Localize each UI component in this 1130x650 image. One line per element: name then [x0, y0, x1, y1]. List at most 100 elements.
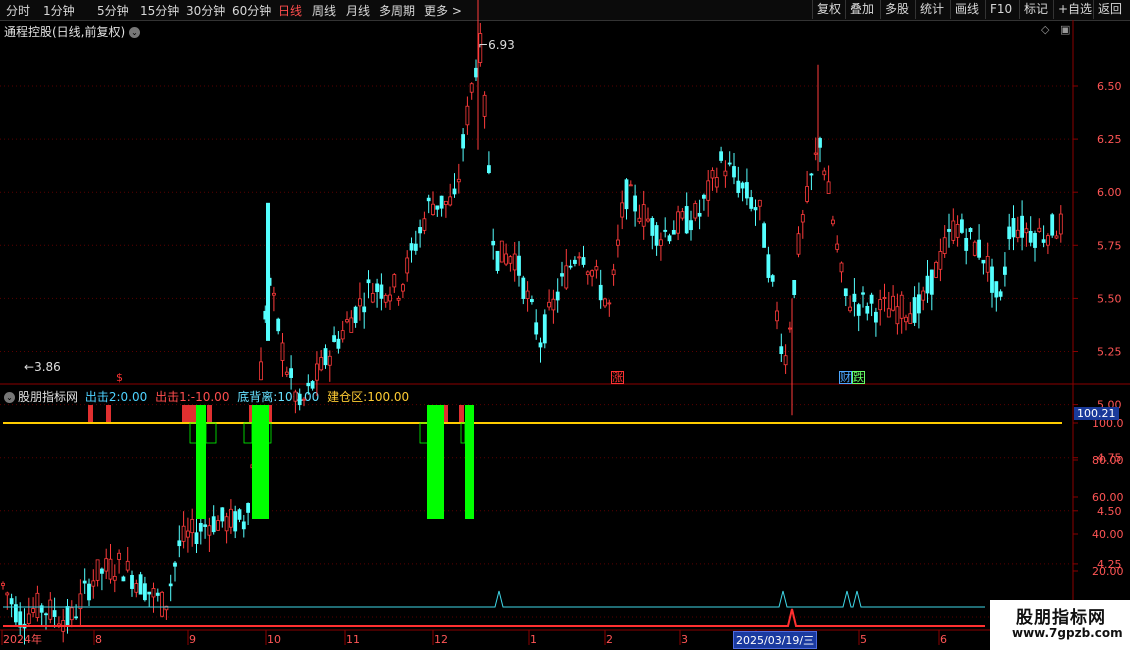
f10-button[interactable]: F10: [985, 0, 1016, 19]
tab-15min[interactable]: 15分钟: [140, 2, 179, 19]
price-tick-label: 5.75: [1097, 239, 1122, 252]
time-tick-label: 3: [681, 633, 688, 646]
candle-body: [521, 277, 526, 299]
back-button[interactable]: 返回: [1093, 0, 1126, 19]
candle-body: [968, 228, 973, 232]
candle-body: [745, 182, 749, 199]
tab-1min[interactable]: 1分钟: [43, 2, 75, 19]
chevron-down-icon[interactable]: ⌄: [129, 27, 141, 38]
stock-name-label: 通程控股(日线,前复权): [4, 25, 126, 39]
candle-body: [87, 583, 91, 601]
overlay-button[interactable]: 叠加: [845, 0, 878, 19]
candle-body: [757, 199, 762, 207]
restore-icon[interactable]: ▣: [1060, 23, 1070, 36]
strike-signal-bar: [207, 405, 212, 422]
candle-body: [886, 308, 891, 318]
event-mark-finance[interactable]: 财: [839, 371, 852, 384]
divergence-step: [267, 422, 272, 444]
candle-body: [551, 298, 556, 311]
candle-body: [848, 306, 852, 312]
divergence-step: [419, 422, 429, 444]
event-mark-fall[interactable]: 跌: [852, 371, 865, 384]
candle-body: [495, 250, 500, 271]
candle-body: [400, 284, 405, 292]
candle-body: [878, 299, 883, 311]
tab-5min[interactable]: 5分钟: [97, 2, 129, 19]
candle-body: [899, 294, 904, 319]
candle-body: [379, 284, 384, 299]
mark-button[interactable]: 标记: [1019, 0, 1052, 19]
indicator-value-3: 底背离:100.00: [237, 390, 320, 404]
stats-button[interactable]: 统计: [915, 0, 948, 19]
candle-body: [938, 251, 943, 270]
candle-body: [499, 240, 504, 263]
time-tick-label: 5: [860, 633, 867, 646]
candle-body: [431, 203, 435, 216]
time-tick-label: 6: [940, 633, 947, 646]
tab-timeshare[interactable]: 分时: [6, 2, 30, 19]
candle-body: [383, 294, 388, 303]
tab-more[interactable]: 更多 >: [424, 2, 462, 19]
candle-body: [284, 371, 289, 375]
candle-body: [323, 348, 328, 366]
tab-30min[interactable]: 30分钟: [186, 2, 225, 19]
candle-body: [697, 212, 702, 217]
strike-signal-bar: [249, 405, 252, 422]
candle-body: [783, 355, 788, 366]
candle-body: [1024, 228, 1029, 234]
candle-body: [882, 297, 887, 300]
candle-body: [267, 277, 272, 286]
candle-body: [689, 220, 693, 231]
tab-60min[interactable]: 60分钟: [232, 2, 271, 19]
candle-body: [314, 363, 319, 381]
candle-body: [616, 239, 620, 246]
candle-body: [69, 607, 74, 621]
multi-stock-button[interactable]: 多股: [880, 0, 913, 19]
candle-body: [306, 382, 311, 387]
candle-body: [912, 297, 917, 323]
time-tick-label: 11: [346, 633, 360, 646]
divergence-step: [460, 422, 466, 444]
candle-body: [482, 94, 487, 117]
chevron-down-icon[interactable]: ⌄: [4, 392, 15, 403]
candle-body: [160, 591, 165, 617]
candle-body: [650, 218, 655, 236]
diamond-icon[interactable]: ◇: [1041, 23, 1049, 36]
candle-body: [581, 257, 586, 265]
candle-body: [1046, 235, 1050, 246]
candle-body: [177, 540, 182, 547]
event-mark-rise[interactable]: 涨: [611, 371, 624, 384]
candle-body: [375, 283, 380, 293]
low-price-label: ←3.86: [24, 360, 61, 374]
candle-body: [891, 295, 895, 311]
draw-line-button[interactable]: 画线: [950, 0, 983, 19]
candle-body: [874, 311, 878, 323]
tab-monthly[interactable]: 月线: [346, 2, 370, 19]
price-tick-label: 6.50: [1097, 80, 1122, 93]
tab-weekly[interactable]: 周线: [312, 2, 336, 19]
candle-body: [1, 582, 5, 586]
candle-body: [366, 279, 371, 284]
candle-body: [508, 256, 513, 264]
candle-body: [796, 233, 801, 255]
event-mark-dollar[interactable]: $: [116, 371, 123, 384]
indicator-title: ⌄ 股朋指标网 出击2:0.00 出击1:-10.00 底背离:100.00 建仓…: [4, 388, 409, 405]
candle-body: [951, 220, 956, 241]
tab-daily[interactable]: 日线: [278, 2, 302, 19]
candle-body: [108, 558, 113, 580]
candle-body: [977, 239, 981, 258]
tab-multi-period[interactable]: 多周期: [379, 2, 415, 19]
add-watchlist-button[interactable]: +自选: [1053, 0, 1096, 19]
candle-body: [972, 241, 977, 256]
candle-body: [1020, 215, 1024, 238]
candle-body: [779, 346, 784, 355]
fuquan-button[interactable]: 复权: [812, 0, 845, 19]
candle-body: [835, 243, 840, 250]
candle-body: [530, 299, 534, 303]
candle-body: [719, 151, 723, 161]
candle-body: [474, 67, 478, 78]
candle-body: [147, 591, 152, 595]
candle-body: [456, 178, 461, 183]
candle-body: [573, 259, 577, 264]
candle-body: [31, 608, 36, 613]
